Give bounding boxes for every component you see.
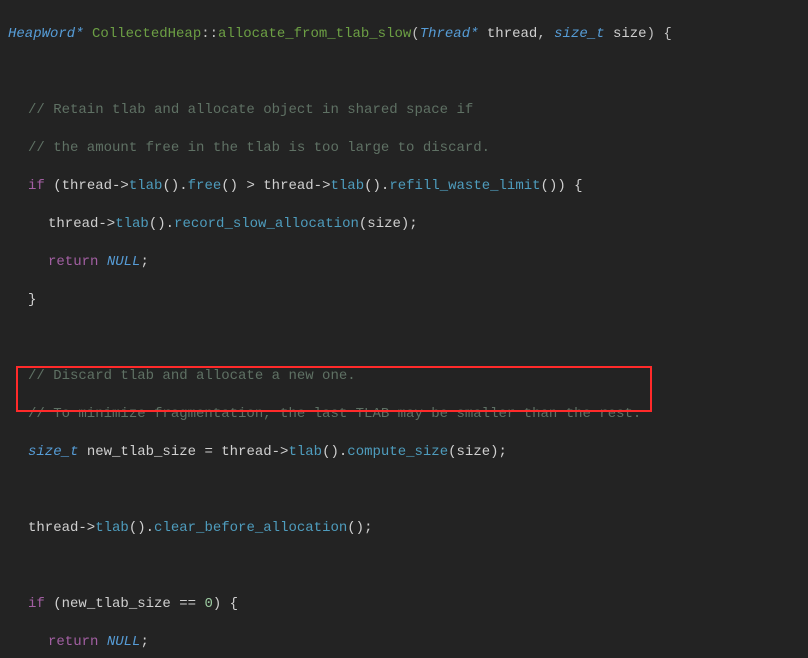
code-line: // Discard tlab and allocate a new one.: [0, 367, 808, 386]
code-line: [0, 329, 808, 348]
code-line: HeapWord* CollectedHeap::allocate_from_t…: [0, 25, 808, 44]
code-line: if (thread->tlab().free() > thread->tlab…: [0, 177, 808, 196]
code-line: // Retain tlab and allocate object in sh…: [0, 101, 808, 120]
code-line: [0, 63, 808, 82]
code-line: [0, 481, 808, 500]
code-line: return NULL;: [0, 253, 808, 272]
code-line: // the amount free in the tlab is too la…: [0, 139, 808, 158]
code-line: if (new_tlab_size == 0) {: [0, 595, 808, 614]
code-line: // To minimize fragmentation, the last T…: [0, 405, 808, 424]
code-block: HeapWord* CollectedHeap::allocate_from_t…: [0, 0, 808, 658]
code-line: thread->tlab().record_slow_allocation(si…: [0, 215, 808, 234]
code-line: size_t new_tlab_size = thread->tlab().co…: [0, 443, 808, 462]
code-line: thread->tlab().clear_before_allocation()…: [0, 519, 808, 538]
code-line: [0, 557, 808, 576]
code-line: }: [0, 291, 808, 310]
code-line: return NULL;: [0, 633, 808, 652]
